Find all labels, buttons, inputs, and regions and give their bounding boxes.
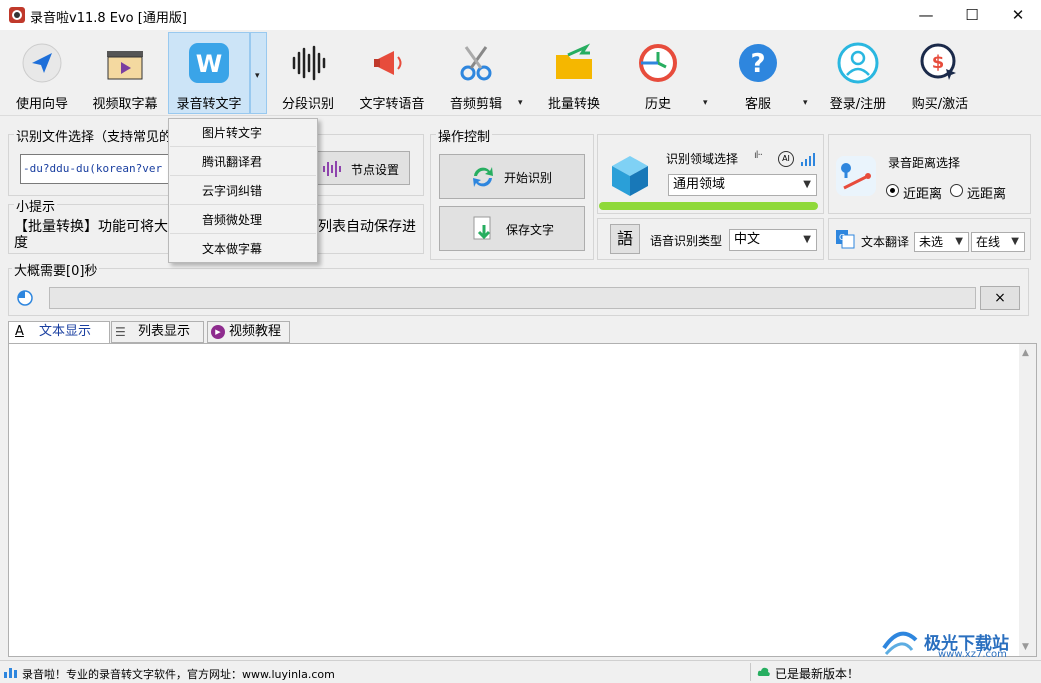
folder-icon	[556, 43, 592, 79]
scissors-icon	[460, 46, 492, 81]
language-icon-button[interactable]: 語	[610, 224, 640, 254]
menu-item-word-correction[interactable]: 云字词纠错	[170, 177, 316, 205]
service-button[interactable]: ? 客服	[722, 33, 794, 113]
svg-text:?: ?	[750, 49, 765, 79]
text-display-area[interactable]: ▲ ▼	[8, 343, 1037, 657]
login-register-button[interactable]: 登录/注册	[822, 33, 894, 113]
chevron-down-icon: ▼	[955, 236, 963, 247]
status-bar: 录音啦！专业的录音转文字软件，官方网址：www.luyinla.com 已是最新…	[0, 660, 1041, 683]
user-avatar-icon	[837, 42, 879, 84]
file-path-input[interactable]: -du?ddu-du(korean?ver	[20, 154, 172, 184]
tips-text-cont: 列表自动保存进	[318, 219, 416, 235]
w-app-icon: W	[189, 43, 229, 83]
tips-text: 【批量转换】功能可将大	[14, 219, 168, 235]
svg-text:W: W	[196, 50, 222, 78]
navigation-arrow-icon	[22, 43, 62, 83]
history-clock-icon	[639, 44, 677, 82]
distance-label: 录音距离选择	[888, 156, 961, 170]
app-logo-icon	[9, 7, 25, 23]
map-route-icon	[836, 156, 876, 196]
translate-icon: G	[836, 230, 855, 249]
cube-icon	[612, 156, 648, 196]
tips-text-line2: 度	[14, 235, 28, 251]
clear-button[interactable]: ×	[980, 286, 1020, 310]
chevron-down-icon: ▼	[803, 234, 811, 245]
audio-edit-dropdown[interactable]: ▾	[518, 98, 523, 108]
tab-text-display[interactable]: A 文本显示	[8, 321, 110, 344]
text-a-icon: A	[15, 324, 24, 339]
batch-convert-button[interactable]: 批量转换	[538, 33, 610, 113]
menu-item-text-subtitle[interactable]: 文本做字幕	[170, 235, 316, 263]
close-button[interactable]: ✕	[995, 0, 1041, 30]
coin-cursor-icon: $	[920, 43, 956, 80]
film-clapper-icon	[107, 51, 143, 80]
language-select[interactable]: 中文 ▼	[729, 229, 817, 251]
audio-to-text-button[interactable]: W 录音转文字	[168, 32, 250, 114]
start-recognition-button[interactable]: 开始识别	[439, 154, 585, 199]
translate-mode-select[interactable]: 在线 ▼	[971, 232, 1025, 252]
status-right-text: 已是最新版本！	[775, 667, 860, 681]
translate-target-select[interactable]: 未选 ▼	[914, 232, 969, 252]
cloud-check-icon	[757, 667, 770, 676]
help-question-icon: ?	[739, 44, 777, 82]
scroll-up-icon[interactable]: ▲	[1022, 348, 1029, 358]
waveform-icon	[292, 45, 326, 81]
domain-label: 识别领域选择	[666, 152, 739, 166]
buy-activate-button[interactable]: $ 购买/激活	[904, 33, 976, 113]
play-icon: ▶	[211, 325, 225, 339]
ai-badge: AI	[778, 151, 794, 167]
domain-select[interactable]: 通用领域 ▼	[668, 174, 817, 196]
progress-legend: 大概需要[0]秒	[12, 260, 100, 279]
audio-to-text-menu: 图片转文字 腾讯翻译君 云字词纠错 音频微处理 文本做字幕	[168, 118, 318, 263]
ai-wave-icon: ıl··	[754, 150, 763, 161]
waveform-purple-icon	[323, 161, 341, 177]
audio-to-text-dropdown[interactable]: ▾	[250, 32, 267, 114]
guide-button[interactable]: 使用向导	[6, 33, 78, 113]
radio-checked-icon	[886, 184, 899, 197]
refresh-arrows-icon	[473, 167, 493, 187]
file-select-legend: 识别文件选择（支持常见的音	[14, 126, 188, 145]
pie-timer-icon	[17, 290, 33, 306]
history-button[interactable]: 历史	[622, 33, 694, 113]
save-document-icon	[473, 216, 491, 240]
tips-legend: 小提示	[14, 196, 58, 215]
save-text-button[interactable]: 保存文字	[439, 206, 585, 251]
menu-item-image-to-text[interactable]: 图片转文字	[170, 119, 316, 147]
text-to-speech-button[interactable]: 文字转语音	[352, 33, 432, 113]
watermark-logo: 极光下载站 www.xz7.com	[880, 628, 1036, 660]
list-icon: ☰	[115, 325, 126, 339]
bar-chart-icon	[4, 668, 17, 678]
service-dropdown[interactable]: ▾	[803, 98, 808, 108]
signal-bars-icon	[801, 153, 815, 166]
control-legend: 操作控制	[436, 126, 493, 145]
vertical-scrollbar[interactable]: ▲ ▼	[1019, 344, 1036, 656]
app-window: 录音啦v11.8 Evo [通用版] — ☐ ✕ 使用向导 视频取字幕 W 录音…	[0, 0, 1041, 683]
maximize-button[interactable]: ☐	[949, 0, 995, 30]
megaphone-icon	[374, 51, 402, 75]
radio-unchecked-icon	[950, 184, 963, 197]
domain-green-bar	[599, 202, 818, 210]
language-label: 语音识别类型	[650, 234, 723, 248]
history-dropdown[interactable]: ▾	[703, 98, 708, 108]
video-subtitle-button[interactable]: 视频取字幕	[86, 33, 164, 113]
node-settings-button[interactable]: 节点设置	[314, 151, 410, 185]
tab-list-display[interactable]: ☰ 列表显示	[111, 321, 204, 343]
title-bar: 录音啦v11.8 Evo [通用版] — ☐ ✕	[0, 0, 1041, 30]
main-toolbar: 使用向导 视频取字幕 W 录音转文字 ▾ 分段识别 文字转语音 音频剪辑 ▾ 批…	[0, 30, 1041, 116]
svg-text:G: G	[839, 233, 845, 242]
translate-label: 文本翻译	[861, 235, 910, 249]
swirl-logo-icon	[882, 631, 918, 656]
svg-text:$: $	[932, 52, 945, 73]
window-title: 录音啦v11.8 Evo [通用版]	[30, 11, 187, 26]
tab-video-tutorial[interactable]: ▶ 视频教程	[207, 321, 290, 343]
audio-edit-button[interactable]: 音频剪辑	[440, 33, 512, 113]
progress-bar	[49, 287, 976, 309]
menu-item-tencent-translate[interactable]: 腾讯翻译君	[170, 148, 316, 176]
chevron-down-icon: ▼	[803, 179, 811, 190]
segment-recognition-button[interactable]: 分段识别	[272, 33, 344, 113]
status-left-text: 录音啦！专业的录音转文字软件，官方网址：www.luyinla.com	[22, 668, 335, 681]
chevron-down-icon: ▼	[1011, 236, 1019, 247]
minimize-button[interactable]: —	[903, 0, 949, 30]
menu-item-audio-process[interactable]: 音频微处理	[170, 206, 316, 234]
